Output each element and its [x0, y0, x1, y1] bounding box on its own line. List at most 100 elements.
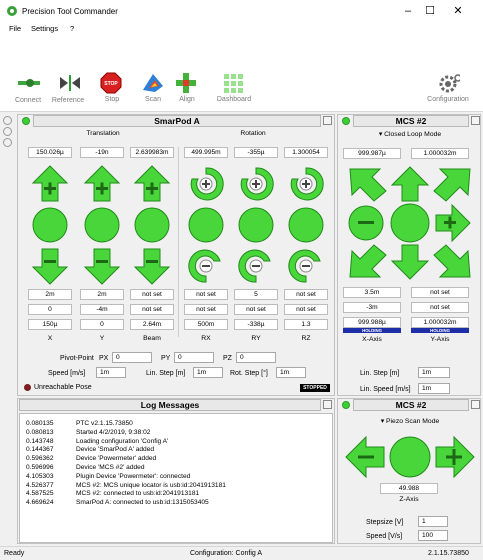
smarpod-minus-arrow-icon-2[interactable] [134, 247, 170, 285]
log-entry: 0.143748 Loading configuration 'Config A' [26, 438, 332, 447]
stop-button[interactable]: STOP Stop [97, 72, 127, 103]
minimize-button[interactable]: – [400, 4, 416, 18]
configuration-button[interactable]: Configuration [420, 72, 476, 103]
z-arrow-left-icon[interactable] [345, 435, 385, 479]
smarpod-rotate-plus-icon-4[interactable] [238, 165, 274, 203]
smarpod-stop-icon-1[interactable] [84, 207, 120, 243]
connect-button[interactable]: Connect [8, 73, 48, 104]
smarpod-position-0: 150.026µ [28, 147, 72, 158]
smarpod-position-4: -355µ [234, 147, 278, 158]
smarpod-minus-arrow-icon-0[interactable] [32, 247, 68, 285]
lin-step-input[interactable]: 1m [193, 367, 223, 378]
smarpod-value-r2-c3[interactable]: 500m [184, 319, 228, 330]
mcs-y-target[interactable]: 1.000032m [411, 317, 469, 328]
maximize-button[interactable]: ☐ [422, 4, 438, 18]
smarpod-rotate-minus-icon-4[interactable] [238, 247, 274, 285]
smarpod-stop-icon-4[interactable] [238, 207, 274, 243]
z-arrow-right-icon[interactable] [435, 435, 475, 479]
speed-v-input[interactable]: 100 [418, 530, 448, 541]
arrow-up-icon[interactable] [390, 166, 430, 202]
log-menu-toggle[interactable] [323, 400, 332, 409]
py-input[interactable]: 0 [174, 352, 214, 363]
log-entry: 4.526377 MCS #2: MCS unique locator is us… [26, 482, 332, 491]
side-add-icon[interactable] [3, 127, 12, 136]
pz-label: PZ [223, 355, 232, 362]
smarpod-status-dot [22, 117, 30, 125]
smarpod-plus-arrow-icon-2[interactable] [134, 165, 170, 203]
side-remove-icon[interactable] [3, 138, 12, 147]
smarpod-value-r2-c4[interactable]: -338µ [234, 319, 278, 330]
log-list[interactable]: 0.080135 PTC v2.1.15.73850 0.080813 Started… [19, 413, 333, 543]
arrow-down-left-icon[interactable] [349, 244, 387, 278]
pz-input[interactable]: 0 [236, 352, 276, 363]
smarpod-value-r2-c5[interactable]: 1.3 [284, 319, 328, 330]
smarpod-stop-icon-3[interactable] [188, 207, 224, 243]
smarpod-axis-1: Y [99, 335, 105, 342]
smarpod-plus-arrow-icon-0[interactable] [32, 165, 68, 203]
scan-label: Scan [145, 96, 161, 103]
menu-file[interactable]: File [9, 24, 21, 33]
mcs-lin-step-input[interactable]: 1m [418, 367, 450, 378]
smarpod-rotate-plus-icon-5[interactable] [288, 165, 324, 203]
mcs-bottom-mode[interactable]: ▾ Piezo Scan Mode [348, 417, 472, 425]
status-version: 2.1.15.73850 [428, 550, 469, 557]
menu-bar: File Settings ? [0, 22, 483, 36]
log-title: Log Messages [19, 399, 321, 411]
smarpod-stop-icon-5[interactable] [288, 207, 324, 243]
align-icon [176, 73, 196, 93]
stepsize-input[interactable]: 1 [418, 516, 448, 527]
side-refresh-icon[interactable] [3, 116, 12, 125]
app-title: Precision Tool Commander [22, 7, 118, 16]
mcs-top-mode[interactable]: ▾ Closed Loop Mode [348, 130, 472, 138]
smarpod-value-r2-c1[interactable]: 0 [80, 319, 124, 330]
dashboard-button[interactable]: Dashboard [214, 72, 254, 103]
smarpod-value-r2-c2[interactable]: 2.64m [130, 319, 174, 330]
arrow-up-left-icon[interactable] [349, 168, 387, 202]
center-stop-icon[interactable] [390, 203, 430, 243]
close-button[interactable]: ✕ [450, 4, 466, 18]
smarpod-value-r0-c2: not set [130, 289, 174, 300]
smarpod-plus-arrow-icon-1[interactable] [84, 165, 120, 203]
mcs-y-position: 1.000032m [411, 148, 469, 159]
mcs-top-menu-toggle[interactable] [471, 116, 480, 125]
rot-step-input[interactable]: 1m [276, 367, 306, 378]
arrow-down-right-icon[interactable] [433, 244, 471, 278]
lin-step-label: Lin. Step [m] [146, 370, 186, 377]
mcs-bottom-menu-toggle[interactable] [471, 400, 480, 409]
mcs-x-holding-badge: HOLDING [343, 328, 401, 333]
log-message: MCS #2: MCS unique locator is usb:id:204… [76, 481, 226, 489]
log-time: 4.526377 [26, 481, 54, 489]
log-time: 0.080135 [26, 420, 54, 427]
log-entry: 0.596362 Device 'Powermeter' added [26, 455, 332, 464]
smarpod-stop-icon-0[interactable] [32, 207, 68, 243]
mcs-lin-speed-input[interactable]: 1m [418, 383, 450, 394]
mcs-lin-speed-label: Lin. Speed [m/s] [360, 386, 411, 393]
smarpod-rotate-minus-icon-3[interactable] [188, 247, 224, 285]
speed-input[interactable]: 1m [96, 367, 126, 378]
arrow-down-icon[interactable] [390, 244, 430, 280]
mcs-x-target[interactable]: 999.988µ [343, 317, 401, 328]
px-input[interactable]: 0 [112, 352, 152, 363]
arrow-up-right-icon[interactable] [433, 168, 471, 202]
smarpod-menu-toggle[interactable] [323, 116, 332, 125]
log-message: Started 4/2/2019, 9:38:02 [76, 428, 151, 436]
menu-settings[interactable]: Settings [31, 24, 58, 33]
arrow-left-icon[interactable] [348, 205, 384, 241]
log-time: 4.587525 [26, 490, 54, 498]
smarpod-minus-arrow-icon-1[interactable] [84, 247, 120, 285]
smarpod-rotate-plus-icon-3[interactable] [188, 165, 224, 203]
z-axis-label: Z-Axis [399, 496, 419, 503]
smarpod-rotate-minus-icon-5[interactable] [288, 247, 324, 285]
reference-button[interactable]: Reference [48, 73, 88, 104]
smarpod-stop-icon-2[interactable] [134, 207, 170, 243]
px-label: PX [99, 355, 109, 362]
menu-help[interactable]: ? [70, 24, 74, 33]
z-center-stop-icon[interactable] [389, 436, 431, 478]
scan-button[interactable]: Scan [138, 72, 168, 103]
arrow-right-icon[interactable] [435, 203, 471, 243]
smarpod-value-r2-c0[interactable]: 150µ [28, 319, 72, 330]
log-time: 0.144367 [26, 446, 54, 454]
smarpod-value-r1-c3: not set [184, 304, 228, 315]
smarpod-value-r0-c5: not set [284, 289, 328, 300]
align-button[interactable]: Align [172, 72, 202, 103]
